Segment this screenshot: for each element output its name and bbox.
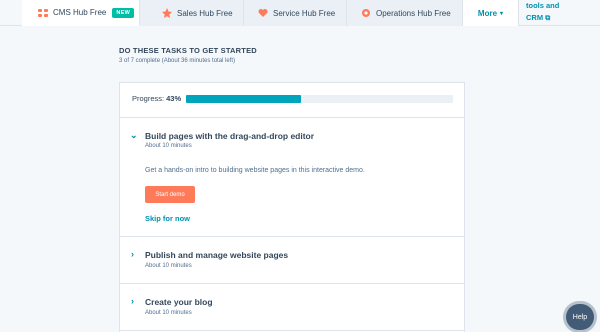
tab-label: CMS Hub Free — [53, 8, 107, 17]
more-label: More — [477, 8, 498, 18]
task-title-publish-pages[interactable]: Publish and manage website pages — [145, 250, 288, 260]
operations-hub-icon — [362, 9, 370, 17]
page-title: DO THESE TASKS TO GET STARTED — [119, 46, 257, 55]
start-demo-button[interactable]: Start demo — [145, 186, 195, 203]
cms-hub-icon — [38, 8, 48, 17]
skip-for-now-link[interactable]: Skip for now — [145, 214, 190, 223]
tab-operations-hub-free[interactable]: Operations Hub Free — [347, 0, 463, 26]
tools-and-crm-link[interactable]: tools and CRM ⧉ — [526, 0, 559, 25]
tab-label: Service Hub Free — [273, 8, 336, 18]
hub-tab-bar: CMS Hub Free NEW Sales Hub Free Service … — [0, 0, 600, 26]
task-title-create-blog[interactable]: Create your blog — [145, 297, 213, 307]
progress-row: Progress: 43% — [132, 94, 181, 103]
task-time: About 10 minutes — [145, 263, 192, 269]
tab-service-hub-free[interactable]: Service Hub Free — [244, 0, 347, 26]
external-link-icon: ⧉ — [545, 15, 551, 22]
chevron-right-icon[interactable]: › — [131, 296, 134, 306]
task-time: About 10 minutes — [145, 310, 192, 316]
progress-fill — [186, 95, 301, 103]
chevron-right-icon[interactable]: › — [131, 249, 134, 259]
help-label: Help — [572, 313, 588, 321]
more-menu-button[interactable]: More ▾ — [463, 0, 519, 26]
tab-sales-hub-free[interactable]: Sales Hub Free — [140, 0, 244, 26]
tab-label: Operations Hub Free — [376, 8, 451, 18]
divider — [120, 283, 464, 284]
sidelink-line1: tools and — [526, 1, 560, 10]
progress-percent: 43% — [166, 94, 182, 103]
onboarding-task-card: Progress: 43% ⌄ Build pages with the dra… — [119, 82, 465, 332]
chevron-down-icon: ▾ — [500, 10, 504, 17]
divider — [120, 236, 464, 237]
progress-bar — [186, 95, 453, 103]
divider — [120, 330, 464, 331]
progress-label: Progress: — [132, 94, 165, 103]
task-title-build-pages[interactable]: Build pages with the drag-and-drop edito… — [145, 131, 314, 141]
divider — [120, 117, 464, 118]
tab-label: Sales Hub Free — [177, 8, 233, 18]
chevron-down-icon[interactable]: ⌄ — [130, 130, 138, 141]
help-button[interactable]: Help — [566, 304, 594, 330]
new-badge: NEW — [112, 7, 135, 18]
sidelink-line2: CRM — [526, 13, 544, 22]
task-time: About 10 minutes — [145, 143, 192, 149]
sales-hub-icon — [162, 8, 172, 18]
service-hub-icon — [258, 9, 268, 17]
task-description: Get a hands-on intro to building website… — [145, 167, 365, 174]
completion-summary: 3 of 7 complete (About 36 minutes total … — [119, 58, 236, 64]
tab-cms-hub-free[interactable]: CMS Hub Free NEW — [22, 0, 140, 26]
